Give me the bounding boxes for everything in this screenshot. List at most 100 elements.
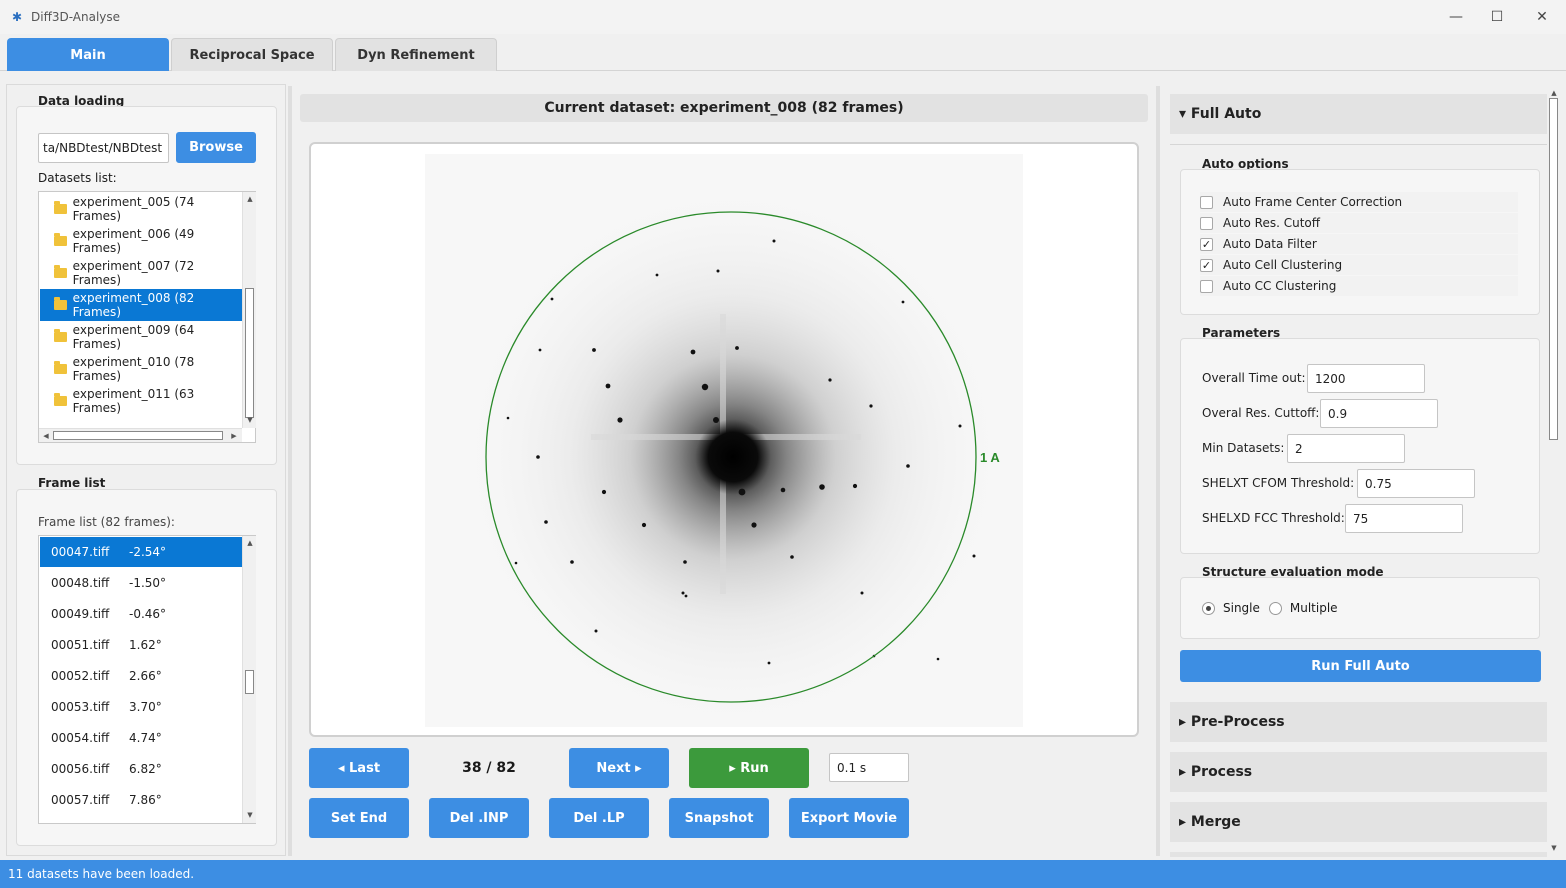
minimize-button[interactable]: —: [1434, 4, 1478, 30]
last-button[interactable]: ◂ Last: [309, 748, 409, 788]
dataset-item-selected[interactable]: experiment_008 (82 Frames): [40, 289, 242, 321]
frame-file: 00056.tiff: [51, 761, 110, 776]
dataset-label: experiment_011 (63 Frames): [72, 387, 195, 415]
param-fcc-label: SHELXD FCC Threshold:: [1202, 511, 1345, 525]
snapshot-button[interactable]: Snapshot: [669, 798, 769, 838]
fcc-threshold-input[interactable]: 75: [1345, 504, 1463, 533]
current-dataset-header: Current dataset: experiment_008 (82 fram…: [300, 94, 1148, 122]
scroll-thumb-horizontal[interactable]: [53, 431, 223, 440]
scroll-left-icon[interactable]: ◀: [40, 430, 52, 442]
app-icon: ✱: [12, 10, 23, 24]
dataset-item[interactable]: experiment_005 (74 Frames): [40, 193, 242, 225]
merge-section[interactable]: ▸ Merge: [1170, 802, 1547, 842]
checkmark-icon[interactable]: ✓: [1200, 258, 1213, 272]
scroll-down-icon[interactable]: ▼: [244, 414, 256, 426]
scroll-thumb[interactable]: [1549, 98, 1558, 440]
frame-file: 00049.tiff: [51, 606, 110, 621]
radio-multiple[interactable]: [1268, 601, 1282, 615]
frame-row[interactable]: 00052.tiff 2.66°: [40, 660, 242, 691]
eval-mode-radios: Single Multiple: [1202, 601, 1338, 615]
radio-single-label: Single: [1223, 601, 1260, 615]
checkmark-icon[interactable]: ✓: [1200, 237, 1213, 251]
status-bar: 11 datasets have been loaded.: [0, 860, 1566, 888]
option-frame-center-correction[interactable]: Auto Frame Center Correction: [1200, 192, 1518, 212]
central-beam: [695, 419, 771, 495]
option-label: Auto Cell Clustering: [1223, 258, 1343, 272]
datasets-horizontal-scrollbar[interactable]: ◀ ▶: [39, 428, 242, 442]
timeout-input[interactable]: 1200: [1307, 364, 1425, 393]
option-res-cutoff[interactable]: Auto Res. Cutoff: [1200, 213, 1518, 233]
frame-row[interactable]: 00048.tiff -1.50°: [40, 567, 242, 598]
tab-dyn-refinement[interactable]: Dyn Refinement: [335, 38, 497, 71]
run-button[interactable]: ▸ Run: [689, 748, 809, 788]
checkbox[interactable]: [1200, 216, 1213, 230]
maximize-button[interactable]: ☐: [1475, 4, 1519, 30]
scroll-thumb[interactable]: [245, 670, 254, 694]
scroll-right-icon[interactable]: ▶: [228, 430, 240, 442]
dataset-item[interactable]: experiment_006 (49 Frames): [40, 225, 242, 257]
frame-row[interactable]: 00051.tiff 1.62°: [40, 629, 242, 660]
checkbox[interactable]: [1200, 279, 1213, 293]
frame-file: 00052.tiff: [51, 668, 110, 683]
frame-row[interactable]: 00049.tiff -0.46°: [40, 598, 242, 629]
right-splitter[interactable]: [1156, 86, 1160, 856]
frame-row[interactable]: 00057.tiff 7.86°: [40, 784, 242, 815]
full-auto-header[interactable]: ▾ Full Auto: [1170, 94, 1547, 134]
folder-icon: [54, 393, 67, 406]
scroll-up-icon[interactable]: ▲: [244, 193, 256, 205]
pre-process-section[interactable]: ▸ Pre-Process: [1170, 702, 1547, 742]
interval-input[interactable]: 0.1 s: [829, 753, 909, 782]
datasets-list-label: Datasets list:: [38, 171, 117, 185]
dataset-label: experiment_008 (82 Frames): [72, 291, 195, 319]
path-input[interactable]: ta/NBDtest/NBDtest: [38, 133, 169, 163]
frames-vertical-scrollbar[interactable]: ▲ ▼: [242, 536, 256, 823]
datasets-list[interactable]: experiment_005 (74 Frames) experiment_00…: [38, 191, 256, 443]
del-inp-button[interactable]: Del .INP: [429, 798, 529, 838]
close-button[interactable]: ✕: [1520, 4, 1564, 30]
radio-single[interactable]: [1202, 601, 1215, 615]
dataset-label: experiment_009 (64 Frames): [72, 323, 195, 351]
tab-main[interactable]: Main: [7, 38, 169, 71]
scroll-down-icon[interactable]: ▼: [244, 809, 256, 821]
option-cc-clustering[interactable]: Auto CC Clustering: [1200, 276, 1518, 296]
tab-reciprocal-space[interactable]: Reciprocal Space: [171, 38, 333, 71]
scroll-down-icon[interactable]: ▼: [1548, 842, 1560, 854]
checkbox[interactable]: [1200, 195, 1213, 209]
frame-row[interactable]: 00053.tiff 3.70°: [40, 691, 242, 722]
set-end-button[interactable]: Set End: [309, 798, 409, 838]
right-panel-scrollbar[interactable]: ▲ ▼: [1547, 86, 1561, 856]
option-label: Auto Data Filter: [1223, 237, 1317, 251]
dataset-label: experiment_007 (72 Frames): [72, 259, 195, 287]
image-viewer[interactable]: 1 A: [309, 142, 1139, 737]
folder-icon: [54, 329, 67, 342]
frame-row[interactable]: 00056.tiff 6.82°: [40, 753, 242, 784]
res-cutoff-input[interactable]: 0.9: [1320, 399, 1438, 428]
browse-button[interactable]: Browse: [176, 132, 256, 163]
min-datasets-input[interactable]: 2: [1287, 434, 1405, 463]
run-full-auto-button[interactable]: Run Full Auto: [1180, 650, 1541, 682]
option-cell-clustering[interactable]: ✓ Auto Cell Clustering: [1200, 255, 1518, 275]
scroll-thumb[interactable]: [245, 288, 254, 418]
scroll-up-icon[interactable]: ▲: [244, 537, 256, 549]
frame-list-subtitle: Frame list (82 frames):: [38, 515, 175, 529]
dataset-item[interactable]: experiment_007 (72 Frames): [40, 257, 242, 289]
folder-icon: [54, 233, 67, 246]
datasets-vertical-scrollbar[interactable]: ▲ ▼: [242, 192, 256, 428]
dataset-item[interactable]: experiment_011 (63 Frames): [40, 385, 242, 417]
next-button[interactable]: Next ▸: [569, 748, 669, 788]
left-splitter[interactable]: [288, 86, 292, 856]
frame-row[interactable]: 00054.tiff 4.74°: [40, 722, 242, 753]
status-text: 11 datasets have been loaded.: [8, 867, 195, 881]
option-data-filter[interactable]: ✓ Auto Data Filter: [1200, 234, 1518, 254]
dataset-item[interactable]: experiment_010 (78 Frames): [40, 353, 242, 385]
cfom-threshold-input[interactable]: 0.75: [1357, 469, 1475, 498]
dataset-item[interactable]: experiment_009 (64 Frames): [40, 321, 242, 353]
process-section[interactable]: ▸ Process: [1170, 752, 1547, 792]
frame-row-selected[interactable]: 00047.tiff -2.54°: [40, 537, 242, 567]
export-movie-button[interactable]: Export Movie: [789, 798, 909, 838]
dataset-label: experiment_006 (49 Frames): [72, 227, 195, 255]
frames-list[interactable]: 00047.tiff -2.54° 00048.tiff -1.50° 00049.…: [38, 535, 256, 824]
title-bar: ✱ Diff3D-Analyse — ☐ ✕: [0, 0, 1566, 34]
del-lp-button[interactable]: Del .LP: [549, 798, 649, 838]
frame-angle: -2.54°: [129, 545, 167, 559]
